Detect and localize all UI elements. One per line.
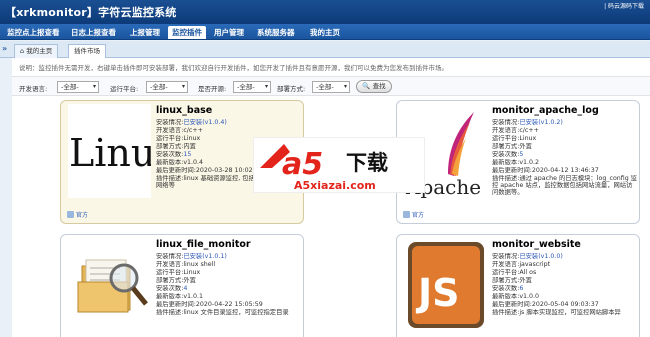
plugin-info: 安装情况:已安装(v1.0.0) 开发语言:javascript 运行平台:Al… <box>492 253 621 316</box>
dropdown-arrow-icon: ▾ <box>343 83 347 90</box>
nav-monitor-plugins[interactable]: 监控插件 <box>168 26 206 39</box>
page-description: 说明：监控插件无需开发，右键单击插件即可安装部署，我们欢迎自行开发插件，如您开发… <box>19 64 448 72</box>
plugin-name: linux_file_monitor <box>156 239 251 250</box>
search-button[interactable]: 🔍 查找 <box>356 80 392 93</box>
js-logo-text: JS <box>415 271 460 315</box>
official-badge: 官方 <box>403 210 424 219</box>
nav-report-manage[interactable]: 上报管理 <box>126 26 164 39</box>
dev-lang-select[interactable]: -全部- ▾ <box>57 81 99 93</box>
plugin-name: linux_base <box>156 105 213 116</box>
open-source-label: 是否开源: <box>198 85 227 93</box>
watermark-url: A5xiazai.com <box>294 179 376 192</box>
plugin-name: monitor_website <box>492 239 581 250</box>
app-title: 【xrkmonitor】字符云监控系统 <box>5 6 177 19</box>
plugin-card-monitor-website[interactable]: JS monitor_website 安装情况:已安装(v1.0.0) 开发语言… <box>396 234 640 337</box>
filter-bar: 开发语言: -全部- ▾ 运行平台: -全部- ▾ 是否开源: -全部- ▾ 部署方式… <box>12 76 650 96</box>
collapse-sidebar-icon[interactable]: » <box>2 44 7 53</box>
gitee-download-link[interactable]: | 码云源码下载 <box>604 1 644 10</box>
plugin-info: 安装情况:已安装(v1.0.2) 开发语言:c/c++ 运行平台:Linux 部… <box>492 119 638 196</box>
dropdown-arrow-icon: ▾ <box>92 83 96 90</box>
open-source-select[interactable]: -全部- ▾ <box>233 81 271 93</box>
platform-select[interactable]: -全部- ▾ <box>146 81 188 93</box>
tab-bar: » ⌂ 我的主页 插件市场 <box>0 41 650 58</box>
platform-label: 运行平台: <box>110 85 139 93</box>
a5-watermark: a5 下载 A5xiazai.com <box>253 137 425 193</box>
official-icon <box>67 211 74 218</box>
plugin-name: monitor_apache_log <box>492 105 599 116</box>
tab-plugin-market[interactable]: 插件市场 <box>68 44 106 58</box>
linux-logo-image: Linux <box>68 104 151 198</box>
main-nav: 监控点上报查看 日志上报查看 上报管理 监控插件 用户管理 系统服务器 我的主页 <box>0 24 650 40</box>
file-monitor-image <box>68 238 151 332</box>
js-logo-image: JS <box>404 238 487 332</box>
official-icon <box>403 211 410 218</box>
nav-monitor-point-view[interactable]: 监控点上报查看 <box>3 26 64 39</box>
plugin-card-linux-file-monitor[interactable]: linux_file_monitor 安装情况:已安装(v1.0.1) 开发语言… <box>60 234 304 337</box>
search-icon: 🔍 <box>362 82 371 90</box>
plugin-market-panel: 说明：监控插件无需开发，右键单击插件即可安装部署，我们欢迎自行开发插件，如您开发… <box>12 58 650 337</box>
watermark-brand: a5 <box>282 147 323 182</box>
deploy-select[interactable]: -全部- ▾ <box>312 81 350 93</box>
watermark-title: 下载 <box>346 151 388 175</box>
plugin-card-monitor-apache-log[interactable]: Apache monitor_apache_log 安装情况:已安装(v1.0.… <box>396 100 640 224</box>
plugin-info: 安装情况:已安装(v1.0.1) 开发语言:linux shell 运行平台:L… <box>156 253 289 316</box>
tab-my-home[interactable]: ⌂ 我的主页 <box>14 44 59 58</box>
linux-logo-text: Linux <box>69 131 151 175</box>
nav-system-servers[interactable]: 系统服务器 <box>253 26 299 39</box>
nav-my-home[interactable]: 我的主页 <box>306 26 344 39</box>
nav-log-view[interactable]: 日志上报查看 <box>67 26 120 39</box>
top-bar: 【xrkmonitor】字符云监控系统 | 码云源码下载 <box>0 0 650 24</box>
dropdown-arrow-icon: ▾ <box>264 83 268 90</box>
dropdown-arrow-icon: ▾ <box>181 83 185 90</box>
deploy-label: 部署方式: <box>277 85 306 93</box>
nav-user-manage[interactable]: 用户管理 <box>210 26 248 39</box>
official-badge: 官方 <box>67 210 88 219</box>
dev-lang-label: 开发语言: <box>19 85 48 93</box>
